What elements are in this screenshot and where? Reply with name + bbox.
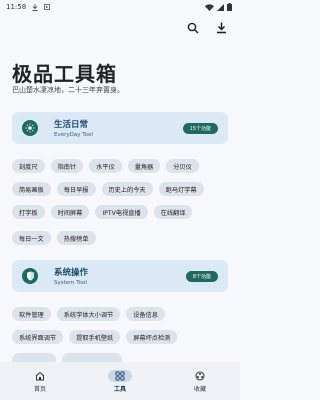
tool-chip-iptv[interactable]: IPTV电视直播 (95, 205, 148, 219)
category-text: 系统操作 System Tool (54, 266, 186, 286)
page-subtitle: 巴山楚水凄凉地，二十三年弃置身。 (12, 86, 124, 94)
category-subtitle: EveryDay Tool (54, 132, 93, 138)
tool-chip-hot-list[interactable]: 热搜榜单 (56, 231, 96, 245)
nav-icon-wrap (108, 369, 132, 382)
tool-chip-translate[interactable]: 在线翻译 (153, 205, 193, 219)
tool-chip-drawing-board[interactable]: 简易画板 (12, 182, 51, 196)
search-button[interactable] (186, 21, 200, 35)
tool-row: 系统界面调节 提取手机壁纸 屏幕坏点检测 (12, 330, 178, 344)
tool-chip-dead-pixel[interactable]: 屏幕坏点检测 (126, 330, 178, 344)
nav-item-tools[interactable]: 工具 (90, 369, 150, 393)
tool-chip-app-manager[interactable]: 软件管理 (12, 307, 51, 321)
media-status-icon (44, 4, 51, 10)
nav-item-home[interactable]: 首页 (10, 370, 70, 393)
status-time: 11:58 (6, 3, 27, 11)
tool-chip-device-info[interactable]: 设备信息 (126, 307, 165, 321)
tool-chip-history-today[interactable]: 历史上的今天 (101, 182, 153, 196)
category-card-everyday[interactable]: 生活日常 EveryDay Tool 15个功能 (12, 112, 228, 144)
nav-item-favorites[interactable]: 收藏 (170, 370, 230, 393)
category-name: 生活日常 (54, 120, 89, 130)
status-left: 11:58 (6, 3, 51, 11)
tool-chip-daily-article[interactable]: 每日一文 (12, 231, 51, 245)
page-title: 极品工具箱 (12, 62, 117, 86)
favorite-icon (195, 371, 205, 380)
home-icon (36, 371, 44, 380)
search-icon (187, 22, 199, 34)
status-right (205, 3, 232, 11)
tool-row: 每日一文 热搜榜单 (12, 231, 96, 245)
tool-chip-typing-board[interactable]: 打字板 (12, 205, 45, 219)
category-count-badge: 15个功能 (182, 122, 218, 134)
category-name: 系统操作 (54, 268, 89, 278)
category-count-badge: 8个功能 (185, 270, 218, 282)
tool-chip-decibel[interactable]: 分贝仪 (166, 159, 199, 173)
wifi-icon (205, 3, 214, 11)
download-button[interactable] (214, 21, 228, 35)
tool-row: 打字板 时间屏幕 IPTV电视直播 在线翻译 (12, 205, 193, 219)
grid-icon (115, 371, 125, 380)
tool-row: 刻度尺 指南针 水平仪 量角器 分贝仪 (12, 159, 199, 173)
category-card-system[interactable]: 系统操作 System Tool 8个功能 (12, 260, 228, 292)
tool-chip-compass[interactable]: 指南针 (50, 159, 84, 173)
download-icon (216, 22, 226, 34)
download-status-icon (32, 3, 38, 11)
battery-icon (227, 3, 232, 11)
category-subtitle: System Tool (54, 280, 87, 286)
nav-icon-wrap (28, 370, 52, 382)
tool-chip-wallpaper[interactable]: 提取手机壁纸 (69, 330, 121, 344)
nav-icon-wrap (188, 370, 212, 382)
tool-row: 软件管理 系统字体大小调节 设备信息 (12, 307, 165, 321)
tool-chip-ui-tuning[interactable]: 系统界面调节 (12, 330, 64, 344)
shield-icon (22, 268, 38, 284)
nav-label: 工具 (113, 385, 126, 393)
tool-chip-marquee[interactable]: 跑马灯字幕 (158, 182, 204, 196)
tool-chip-daily-news[interactable]: 每日早报 (56, 182, 96, 196)
top-toolbar (180, 18, 240, 38)
tool-chip-level[interactable]: 水平仪 (89, 159, 122, 173)
sun-icon (22, 120, 38, 136)
tool-chip-time-screen[interactable]: 时间屏幕 (50, 205, 90, 219)
nav-label: 首页 (33, 385, 46, 393)
status-bar: 11:58 (0, 0, 240, 14)
tool-chip-font-size[interactable]: 系统字体大小调节 (56, 307, 121, 321)
tool-chip-ruler[interactable]: 刻度尺 (12, 159, 45, 173)
nav-label: 收藏 (193, 385, 206, 393)
tool-chip-protractor[interactable]: 量角器 (127, 159, 161, 173)
signal-icon (217, 3, 224, 11)
category-text: 生活日常 EveryDay Tool (54, 118, 183, 138)
bottom-navigation: 首页 工具 收藏 (0, 362, 240, 400)
tool-row: 简易画板 每日早报 历史上的今天 跑马灯字幕 (12, 182, 204, 196)
